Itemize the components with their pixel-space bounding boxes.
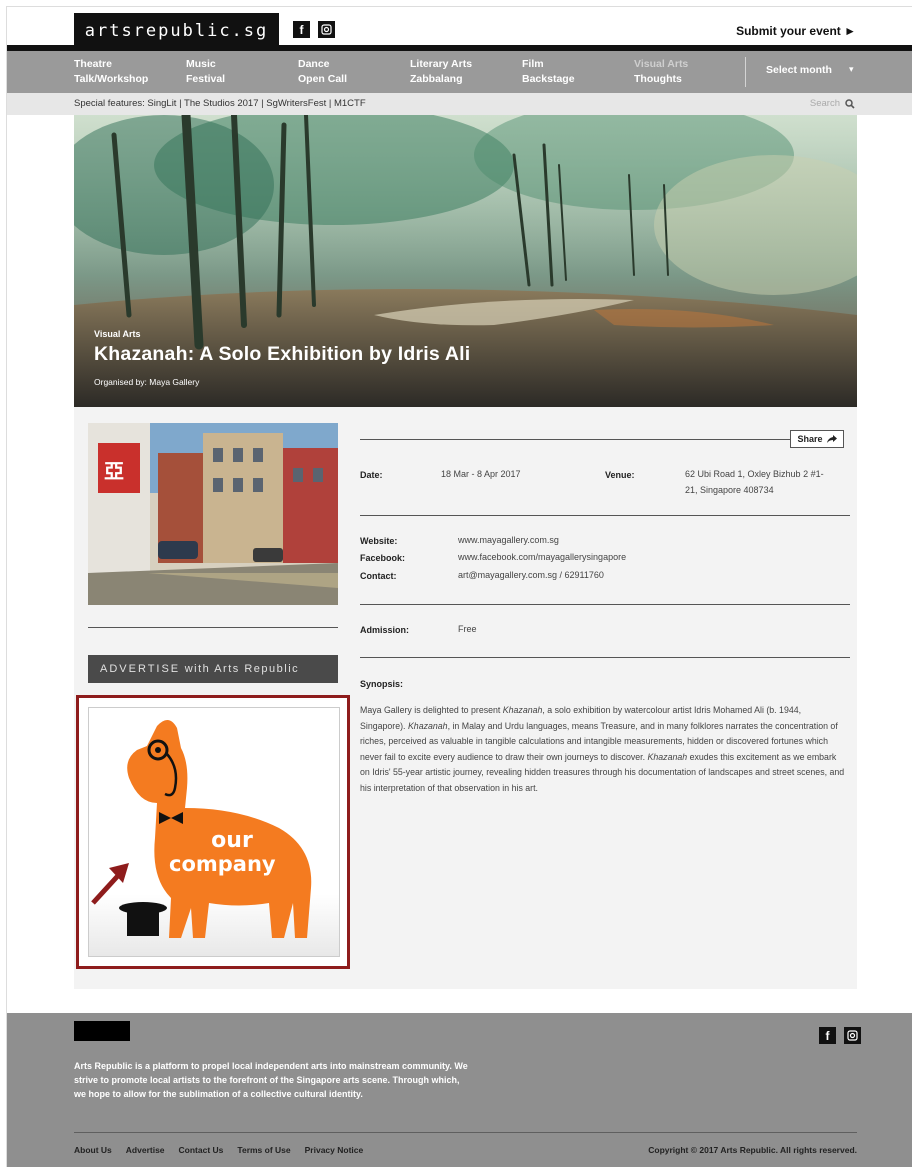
page-title: Khazanah: A Solo Exhibition by Idris Ali (94, 343, 471, 365)
footer-divider (74, 1132, 857, 1133)
footer-social: f (819, 1027, 861, 1044)
site-footer: f Arts Republic is a platform to propel … (7, 1013, 912, 1167)
footer-links: About Us Advertise Contact Us Terms of U… (74, 1145, 363, 1155)
special-features-bar: Special features: SingLit | The Studios … (7, 93, 912, 115)
instagram-icon[interactable] (844, 1027, 861, 1044)
ad-highlight-frame: our company (76, 695, 350, 969)
nav-music[interactable]: Music (186, 58, 216, 70)
ad-line-1: our (211, 828, 253, 853)
synopsis-part: Maya Gallery is delighted to present (360, 705, 503, 715)
ad-our-company[interactable]: our company (88, 707, 340, 957)
main-nav: Theatre Music Dance Literary Arts Film V… (7, 51, 912, 93)
venue-line-1: 62 Ubi Road 1, Oxley Bizhub 2 #1- (685, 469, 824, 479)
nav-divider (745, 57, 746, 87)
synopsis-text: Maya Gallery is delighted to present Kha… (360, 703, 846, 796)
advertise-banner[interactable]: ADVERTISE with Arts Republic (88, 655, 338, 683)
synopsis-emphasis: Khazanah (502, 705, 543, 715)
venue-line-2: 21, Singapore 408734 (685, 485, 774, 495)
hero-organiser: Organised by: Maya Gallery (94, 377, 200, 387)
contact-label: Contact: (360, 571, 397, 581)
hero-category[interactable]: Visual Arts (94, 329, 141, 339)
footer-about: Arts Republic is a platform to propel lo… (74, 1061, 468, 1099)
search-input[interactable]: Search (810, 98, 840, 109)
nav-theatre[interactable]: Theatre (74, 58, 112, 70)
advertise-strong: ADVERTISE (100, 663, 181, 675)
divider (360, 515, 850, 516)
nav-thoughts[interactable]: Thoughts (634, 73, 682, 85)
admission-label: Admission: (360, 625, 410, 635)
nav-zabbalang[interactable]: Zabbalang (410, 73, 463, 85)
special-features-text[interactable]: Special features: SingLit | The Studios … (74, 98, 366, 109)
chevron-down-icon[interactable]: ▾ (849, 64, 854, 75)
facebook-icon[interactable]: f (819, 1027, 836, 1044)
footer-link-advertise[interactable]: Advertise (126, 1145, 165, 1155)
svg-text:亞: 亞 (104, 459, 124, 483)
instagram-icon[interactable] (318, 21, 335, 38)
ad-line-2: company (169, 852, 276, 876)
divider (360, 604, 850, 605)
header-social: f (293, 21, 335, 38)
date-label: Date: (360, 470, 383, 480)
hero-banner: Visual Arts Khazanah: A Solo Exhibition … (74, 115, 857, 407)
nav-talk-workshop[interactable]: Talk/Workshop (74, 73, 148, 85)
date-value: 18 Mar - 8 Apr 2017 (441, 469, 521, 479)
footer-link-terms[interactable]: Terms of Use (237, 1145, 290, 1155)
website-link[interactable]: www.mayagallery.com.sg (458, 532, 559, 548)
synopsis-emphasis: Khazanah (647, 751, 688, 762)
synopsis-label: Synopsis: (360, 679, 404, 689)
copyright: Copyright © 2017 Arts Republic. All righ… (648, 1145, 857, 1155)
site-logo[interactable]: artsrepublic.sg (74, 13, 279, 49)
month-select[interactable]: Select month (766, 64, 832, 76)
facebook-link[interactable]: www.facebook.com/mayagallerysingapore (458, 549, 626, 565)
advertise-rest: with Arts Republic (180, 663, 300, 675)
footer-link-about[interactable]: About Us (74, 1145, 112, 1155)
share-label: Share (797, 434, 823, 444)
event-thumbnail[interactable]: 亞 (88, 423, 338, 605)
footer-logo[interactable] (74, 1021, 130, 1041)
ad-text: our (197, 830, 267, 852)
footer-link-privacy[interactable]: Privacy Notice (305, 1145, 364, 1155)
nav-literary-arts[interactable]: Literary Arts (410, 58, 472, 70)
website-label: Website: (360, 536, 398, 546)
footer-link-contact[interactable]: Contact Us (179, 1145, 224, 1155)
nav-visual-arts[interactable]: Visual Arts (634, 58, 688, 70)
top-divider (360, 439, 790, 440)
nav-backstage[interactable]: Backstage (522, 73, 575, 85)
nav-festival[interactable]: Festival (186, 73, 225, 85)
nav-dance[interactable]: Dance (298, 58, 330, 70)
search-box[interactable]: Search (810, 98, 855, 109)
event-content: 亞 ADVERTISE with Arts Republic our compa… (74, 407, 857, 989)
venue-label: Venue: (605, 470, 635, 480)
facebook-icon[interactable]: f (293, 21, 310, 38)
share-button[interactable]: Share (790, 430, 844, 448)
nav-film[interactable]: Film (522, 58, 544, 70)
contact-value[interactable]: art@mayagallery.com.sg / 62911760 (458, 567, 604, 583)
search-icon[interactable] (845, 98, 855, 109)
submit-event-link[interactable]: Submit your event ► (736, 24, 856, 38)
facebook-label: Facebook: (360, 553, 406, 563)
synopsis-emphasis: Khazanah (407, 720, 448, 731)
share-arrow-icon (826, 435, 837, 443)
admission-value: Free (458, 624, 477, 634)
nav-open-call[interactable]: Open Call (298, 73, 347, 85)
divider (360, 657, 850, 658)
sidebar-divider (88, 627, 338, 628)
page: artsrepublic.sg f Submit your event ► Th… (6, 6, 912, 1167)
